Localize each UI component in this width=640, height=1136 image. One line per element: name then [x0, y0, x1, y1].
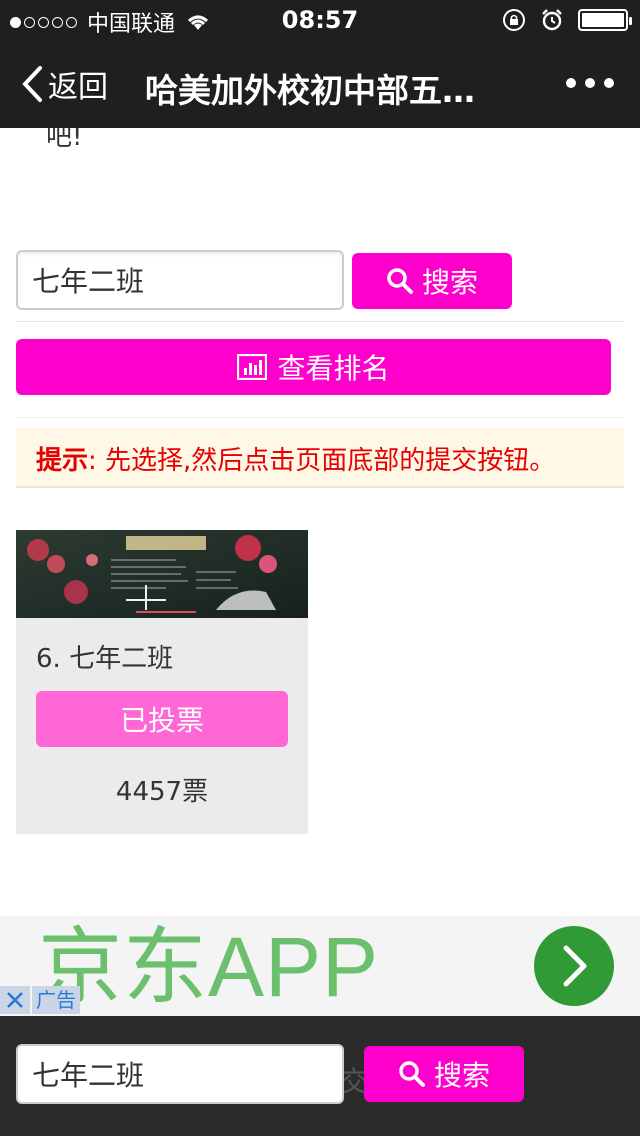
tip-separator: : [88, 446, 97, 476]
bottom-bar: 交 搜索 [0, 1016, 640, 1136]
nav-bar: 返回 哈美加外校初中部五… [0, 40, 640, 128]
ad-badge: 广告 [0, 986, 80, 1014]
clipped-text: 吧! [46, 128, 83, 152]
bar-chart-icon [237, 354, 268, 380]
rotation-lock-icon [503, 9, 525, 31]
chevron-right-icon [563, 945, 587, 987]
status-right [502, 8, 632, 32]
ad-headline: 京东APP [38, 920, 380, 1014]
entry-title: 6. 七年二班 [36, 644, 174, 674]
bottom-search-button-label: 搜索 [433, 1059, 490, 1092]
search-button[interactable]: 搜索 [352, 253, 512, 309]
entry-card: 6. 七年二班 已投票 4457票 [16, 530, 308, 834]
view-ranking-button[interactable]: 查看排名 [16, 339, 611, 395]
close-icon [7, 992, 23, 1008]
ad-label: 广告 [32, 986, 80, 1014]
tip-banner: 提示: 先选择,然后点击页面底部的提交按钮。 [16, 428, 624, 488]
main-content[interactable]: 吧! 搜索 查看排名 提示: 先选择,然后点击页面底部的提交按钮。 [0, 128, 640, 916]
search-icon [387, 268, 413, 294]
more-dot-icon [566, 78, 576, 88]
tip-label: 提示 [36, 446, 89, 476]
rank-row: 查看排名 [16, 322, 624, 418]
ad-arrow-button[interactable] [534, 926, 614, 1006]
search-button-label: 搜索 [421, 266, 478, 299]
status-bar: 中国联通 08:57 [0, 0, 640, 40]
search-icon [399, 1061, 425, 1087]
ad-close-button[interactable] [0, 986, 30, 1014]
more-dot-icon [604, 78, 614, 88]
tip-text: 先选择,然后点击页面底部的提交按钮。 [105, 446, 556, 476]
view-ranking-label: 查看排名 [277, 352, 390, 385]
bottom-search-input[interactable] [16, 1044, 344, 1104]
battery-icon [578, 9, 632, 31]
search-row: 搜索 [16, 250, 624, 322]
bottom-search-button[interactable]: 搜索 [364, 1046, 524, 1102]
back-button[interactable]: 返回 [20, 62, 108, 106]
chevron-left-icon [22, 66, 42, 102]
search-input[interactable] [16, 250, 344, 310]
alarm-icon [542, 9, 562, 31]
ad-banner[interactable]: 京东APP 广告 [0, 916, 640, 1016]
more-dot-icon [585, 78, 595, 88]
page-title: 哈美加外校初中部五… [145, 71, 475, 110]
entry-thumbnail[interactable] [16, 530, 308, 618]
vote-count: 4457票 [115, 777, 209, 807]
voted-button[interactable]: 已投票 [36, 691, 288, 747]
more-options-button[interactable] [566, 78, 614, 88]
back-label: 返回 [48, 70, 108, 105]
